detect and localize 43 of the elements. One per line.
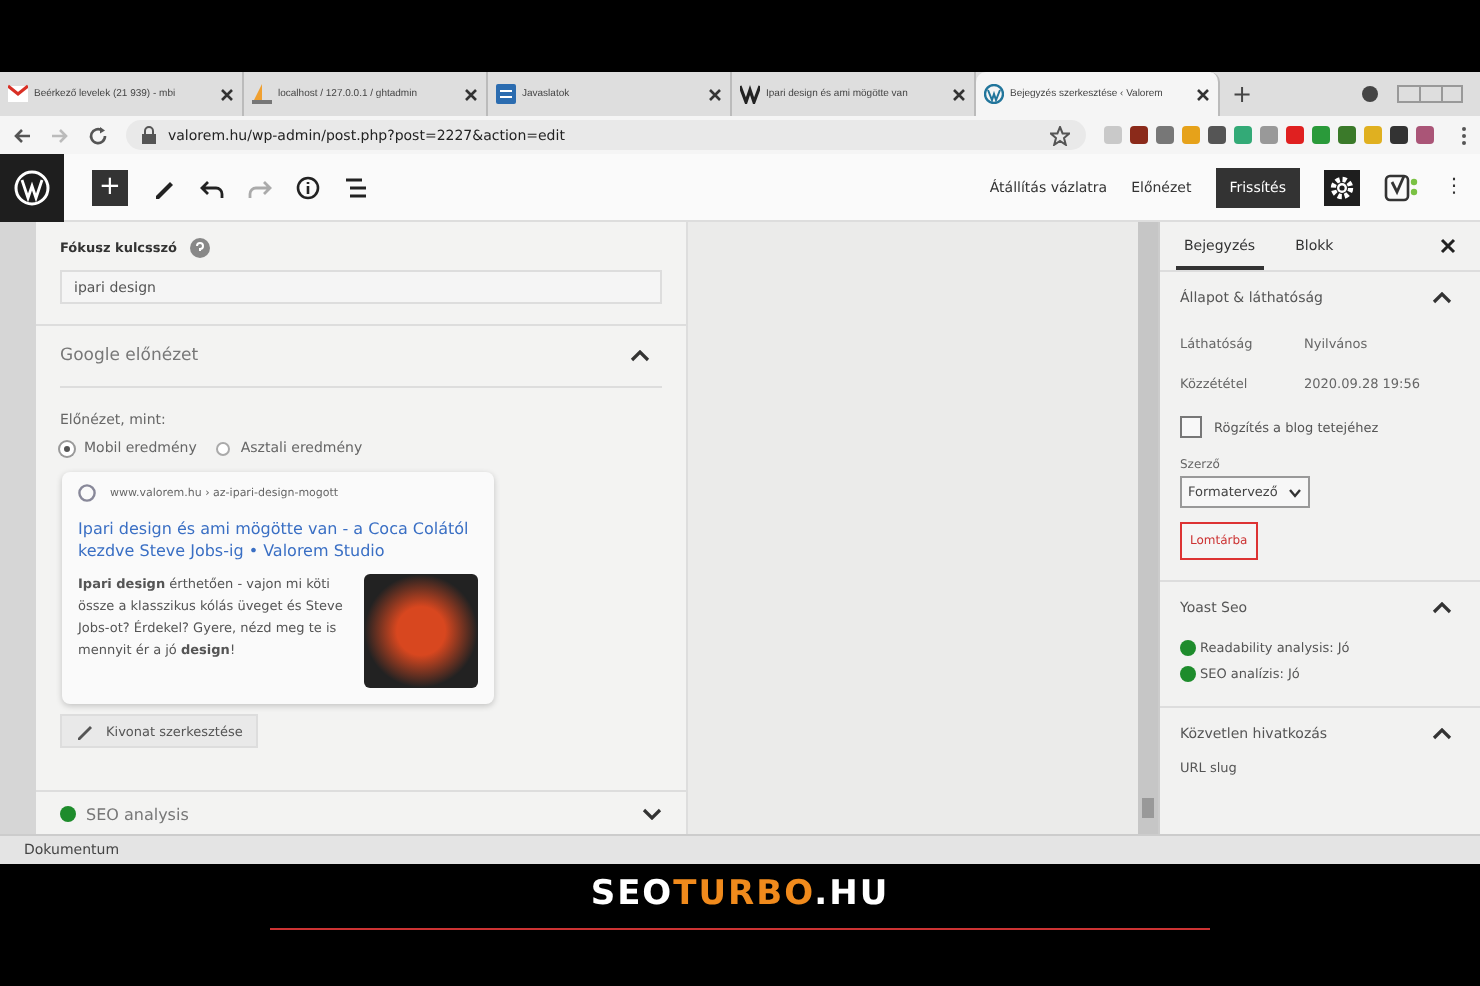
caret-icon xyxy=(1287,487,1302,497)
chevron-up-icon[interactable] xyxy=(1432,292,1452,304)
more-options-button[interactable]: ⋮ xyxy=(1444,176,1464,198)
chevron-up-icon[interactable] xyxy=(1432,728,1452,740)
chevron-down-icon[interactable] xyxy=(642,808,662,820)
section-title: SEO analysis xyxy=(86,805,191,823)
menu-icon[interactable] xyxy=(1460,125,1468,145)
lock-icon xyxy=(142,126,156,144)
close-icon[interactable] xyxy=(952,87,966,101)
settings-icon xyxy=(1330,175,1354,199)
wordpress-icon xyxy=(984,84,1004,104)
close-icon[interactable] xyxy=(708,87,722,101)
result-title[interactable]: Ipari design és ami mögötte van - a Coca Colától kezdve Steve Jobs-ig • Valorem Studio xyxy=(78,518,478,562)
reload-icon[interactable] xyxy=(88,125,108,145)
video-caption: SEOTURBO.HU xyxy=(590,872,890,916)
add-block-button[interactable]: + xyxy=(92,169,128,205)
wordpress-icon xyxy=(14,169,50,205)
close-icon[interactable] xyxy=(464,87,478,101)
info-icon[interactable] xyxy=(296,175,320,199)
chevron-up-icon[interactable] xyxy=(1432,602,1452,614)
yoast-icon[interactable] xyxy=(1384,173,1420,201)
back-arrow-icon[interactable] xyxy=(12,125,32,145)
document-icon xyxy=(496,84,516,104)
sailboat-icon xyxy=(252,84,272,104)
pencil-icon xyxy=(76,722,94,740)
new-tab-button[interactable]: + xyxy=(1220,80,1265,108)
close-icon[interactable] xyxy=(220,87,234,101)
settings-button[interactable] xyxy=(1324,169,1360,205)
photo-placeholder xyxy=(364,574,478,688)
scrollbar[interactable] xyxy=(1138,222,1158,834)
help-icon xyxy=(189,238,210,258)
list-icon[interactable] xyxy=(344,175,368,199)
wordpress-logo-button[interactable] xyxy=(0,153,64,221)
close-icon[interactable] xyxy=(1196,87,1210,101)
globe-icon xyxy=(78,484,96,502)
section-title: Google előnézet xyxy=(60,346,199,366)
mail-icon xyxy=(8,84,28,104)
circle-icon xyxy=(1360,84,1380,104)
undo-icon[interactable] xyxy=(200,175,224,199)
close-icon[interactable] xyxy=(1440,238,1456,254)
chevron-up-icon[interactable] xyxy=(630,350,650,362)
zigzag-logo-icon xyxy=(740,84,760,104)
star-icon[interactable] xyxy=(1050,125,1070,145)
